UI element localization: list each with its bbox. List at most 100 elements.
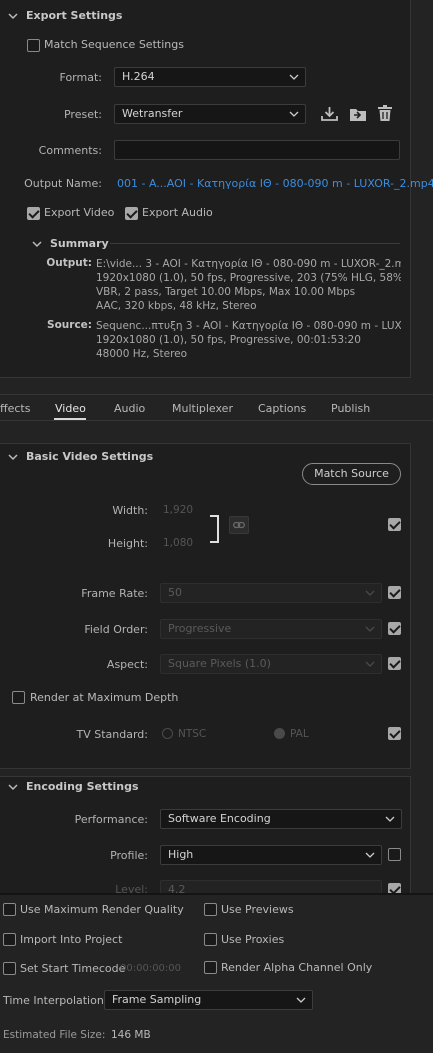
tab-publish[interactable]: Publish <box>331 402 370 415</box>
field-order-value: Progressive <box>168 622 232 635</box>
tab-video-underline <box>54 418 86 420</box>
summary-output-line: 1920x1080 (1.0), 50 fps, Progressive, 20… <box>96 272 401 284</box>
use-previews-checkbox[interactable] <box>204 903 217 916</box>
tv-standard-label: TV Standard: <box>76 728 149 741</box>
summary-output-line: AAC, 320 kbps, 48 kHz, Stereo <box>96 300 257 312</box>
set-start-timecode-checkbox[interactable] <box>3 962 16 975</box>
frame-rate-checkbox[interactable] <box>388 586 401 599</box>
performance-label: Performance: <box>74 813 148 826</box>
chain-link-icon[interactable] <box>229 516 249 534</box>
comments-label: Comments: <box>38 144 102 157</box>
summary-header[interactable]: Summary <box>32 237 109 250</box>
comments-input[interactable] <box>114 140 400 160</box>
summary-source-key: Source: <box>47 319 92 331</box>
frame-rate-value: 50 <box>168 586 182 599</box>
export-audio-label: Export Audio <box>142 206 213 219</box>
dimensions-override-checkbox[interactable] <box>388 518 401 531</box>
match-sequence-checkbox[interactable] <box>27 39 40 52</box>
height-value: 1,080 <box>163 537 194 549</box>
aspect-checkbox[interactable] <box>388 657 401 670</box>
profile-value: High <box>168 848 194 861</box>
field-order-dropdown[interactable]: Progressive <box>160 619 382 639</box>
delete-preset-icon[interactable] <box>377 105 393 122</box>
aspect-dropdown[interactable]: Square Pixels (1.0) <box>160 654 382 674</box>
time-interp-label: Time Interpolation: <box>3 994 108 1007</box>
output-name-link[interactable]: 001 - A...AOI - Κατηγορία ΙΘ - 080-090 m… <box>117 177 433 190</box>
max-render-quality-label: Use Maximum Render Quality <box>20 903 184 916</box>
start-timecode-value[interactable]: 00:00:00:00 <box>120 963 181 974</box>
chevron-down-icon <box>289 74 299 80</box>
export-video-label: Export Video <box>44 206 115 219</box>
frame-rate-label: Frame Rate: <box>81 587 148 600</box>
chevron-down-icon <box>365 852 375 858</box>
summary-output-key: Output: <box>46 257 92 269</box>
tab-audio[interactable]: Audio <box>114 402 145 415</box>
tv-standard-checkbox[interactable] <box>388 727 401 740</box>
time-interp-value: Frame Sampling <box>112 993 202 1006</box>
max-render-quality-checkbox[interactable] <box>3 903 16 916</box>
profile-label: Profile: <box>110 849 148 862</box>
match-source-button[interactable]: Match Source <box>302 463 401 485</box>
encoding-header[interactable]: Encoding Settings <box>8 780 139 793</box>
profile-dropdown[interactable]: High <box>160 845 382 865</box>
performance-dropdown[interactable]: Software Encoding <box>160 809 402 829</box>
ntsc-label: NTSC <box>178 728 207 740</box>
chevron-down-icon <box>365 661 375 667</box>
export-video-checkbox[interactable] <box>27 207 40 220</box>
import-project-label: Import Into Project <box>20 933 123 946</box>
tab-effects[interactable]: ffects <box>0 402 30 415</box>
field-order-label: Field Order: <box>84 623 148 636</box>
preset-dropdown[interactable]: Wetransfer <box>114 104 306 124</box>
frame-rate-dropdown[interactable]: 50 <box>160 583 382 603</box>
import-project-checkbox[interactable] <box>3 933 16 946</box>
pal-radio[interactable] <box>274 728 285 739</box>
use-previews-label: Use Previews <box>221 903 294 916</box>
chevron-down-icon <box>385 816 395 822</box>
width-label: Width: <box>112 504 148 517</box>
chevron-down-icon <box>296 997 306 1003</box>
save-preset-icon[interactable] <box>321 106 338 122</box>
render-alpha-checkbox[interactable] <box>204 961 217 974</box>
time-interp-dropdown[interactable]: Frame Sampling <box>104 990 313 1010</box>
tab-video[interactable]: Video <box>55 402 86 415</box>
basic-video-header[interactable]: Basic Video Settings <box>8 450 153 463</box>
aspect-bracket <box>210 515 219 543</box>
profile-checkbox[interactable] <box>388 848 401 861</box>
render-max-depth-checkbox[interactable] <box>12 691 25 704</box>
render-max-depth-label: Render at Maximum Depth <box>30 691 179 704</box>
chevron-down-icon <box>32 239 42 249</box>
format-value: H.264 <box>122 70 155 83</box>
performance-value: Software Encoding <box>168 812 271 825</box>
tab-multiplexer[interactable]: Multiplexer <box>172 402 233 415</box>
chevron-down-icon <box>365 590 375 596</box>
summary-divider <box>110 243 400 244</box>
summary-source-line: 48000 Hz, Stereo <box>96 348 188 360</box>
export-settings-header[interactable]: Export Settings <box>8 9 122 22</box>
field-order-checkbox[interactable] <box>388 622 401 635</box>
import-preset-icon[interactable] <box>349 106 367 122</box>
chevron-down-icon <box>8 452 18 462</box>
format-dropdown[interactable]: H.264 <box>114 67 306 87</box>
preset-label: Preset: <box>63 108 102 121</box>
chevron-down-icon <box>365 626 375 632</box>
ntsc-radio[interactable] <box>162 728 173 739</box>
chevron-down-icon <box>8 782 18 792</box>
preset-value: Wetransfer <box>122 107 183 120</box>
width-value: 1,920 <box>163 504 194 516</box>
tab-captions[interactable]: Captions <box>258 402 306 415</box>
export-audio-checkbox[interactable] <box>125 207 138 220</box>
summary-source-line: 1920x1080 (1.0), 50 fps, Progressive, 00… <box>96 334 361 346</box>
summary-output-line: E:\vide... 3 - AOI - Κατηγορία ΙΘ - 080-… <box>96 258 401 270</box>
render-alpha-label: Render Alpha Channel Only <box>221 961 373 974</box>
format-label: Format: <box>59 71 102 84</box>
use-proxies-checkbox[interactable] <box>204 933 217 946</box>
height-label: Height: <box>107 537 148 550</box>
est-size-value: 146 MB <box>111 1029 151 1041</box>
set-start-timecode-label: Set Start Timecode <box>20 962 126 975</box>
summary-output-line: VBR, 2 pass, Target 10.00 Mbps, Max 10.0… <box>96 286 356 298</box>
match-sequence-label: Match Sequence Settings <box>44 38 184 51</box>
est-size-label: Estimated File Size: <box>3 1029 106 1041</box>
pal-label: PAL <box>290 728 309 740</box>
summary-source-line: Sequenc...πτυξη 3 - AOI - Κατηγορία ΙΘ -… <box>96 320 401 332</box>
chevron-down-icon <box>8 11 18 21</box>
